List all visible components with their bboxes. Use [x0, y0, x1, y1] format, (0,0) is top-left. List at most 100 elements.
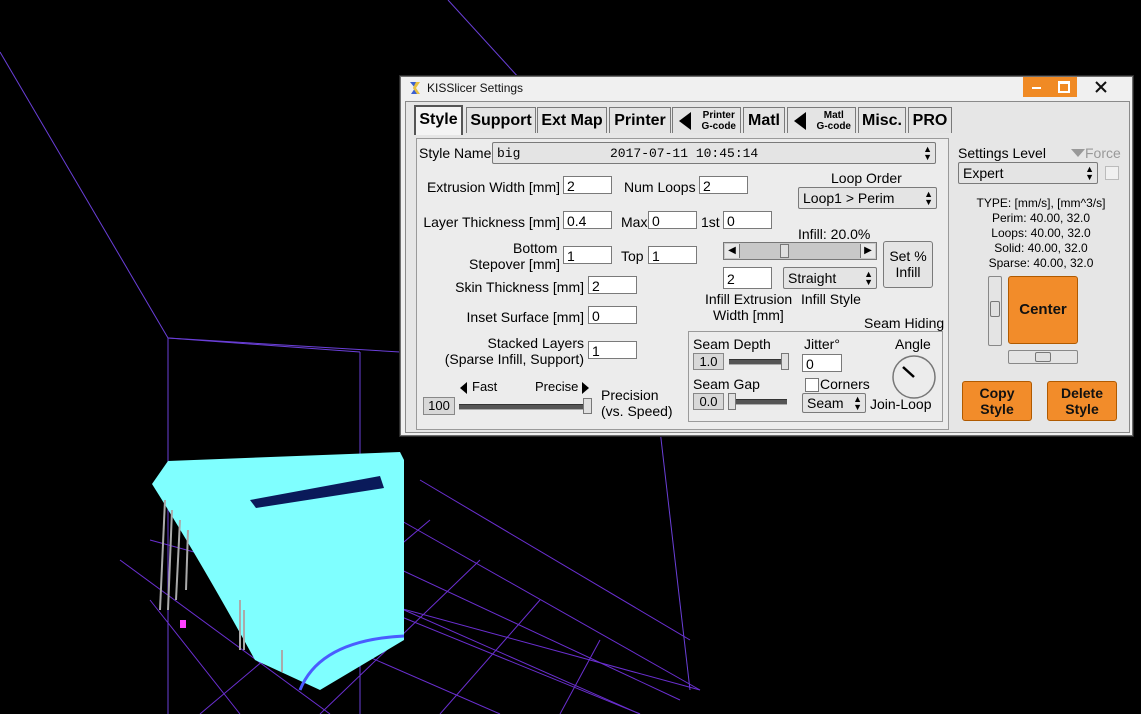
tab-ext-map[interactable]: Ext Map — [537, 107, 607, 133]
extrusion-width-input[interactable]: 2 — [563, 176, 612, 194]
seam-depth-track — [729, 359, 787, 365]
loop-order-select[interactable]: Loop1 > Perim ▲ ▼ — [798, 187, 937, 209]
first-label: 1st — [701, 214, 720, 230]
speed-perim: Perim: 40.00, 32.0 — [991, 211, 1091, 225]
seam-gap-label: Seam Gap — [693, 376, 760, 392]
vertical-nudge-slider[interactable] — [988, 276, 1002, 346]
tab-matl-gcode[interactable]: Matl G-code — [787, 107, 856, 133]
seam-gap-slider[interactable] — [727, 393, 791, 410]
stacked-layers-sublabel: (Sparse Infill, Support) — [444, 351, 584, 367]
settings-body: Style Support Ext Map Printer Printer G-c… — [405, 101, 1130, 433]
style-date-value: 2017-07-11 10:45:14 — [610, 146, 759, 161]
seam-depth-slider[interactable] — [727, 353, 791, 370]
inset-surface-input[interactable]: 0 — [588, 306, 637, 324]
infill-style-select[interactable]: Straight ▲ ▼ — [783, 267, 877, 289]
vertical-nudge-thumb[interactable] — [990, 301, 1000, 317]
precise-arrow-icon — [582, 382, 589, 394]
tab-misc[interactable]: Misc. — [858, 107, 906, 133]
stacked-layers-input[interactable]: 1 — [588, 341, 637, 359]
join-loop-value: Seam — [807, 395, 844, 411]
seam-hiding-title: Seam Hiding — [864, 315, 945, 331]
corners-checkbox[interactable] — [805, 378, 819, 392]
max-label: Max — [621, 214, 648, 230]
stepover-label: Stepover [mm] — [469, 256, 561, 272]
infill-slider[interactable]: ◀ ▶ — [723, 242, 877, 260]
angle-dial[interactable] — [891, 354, 937, 400]
force-checkbox[interactable] — [1105, 166, 1119, 180]
precision-slider[interactable] — [457, 397, 593, 415]
loop-order-value: Loop1 > Perim — [803, 190, 895, 206]
close-button[interactable] — [1077, 77, 1124, 97]
seam-hiding-group: Seam Depth 1.0 Jitter° 0 Angle Seam Gap … — [688, 331, 943, 422]
bottom-input[interactable]: 1 — [563, 246, 612, 264]
jitter-label: Jitter° — [804, 336, 840, 352]
kisslicer-logo-icon — [410, 82, 420, 94]
join-loop-select[interactable]: Seam ▲ ▼ — [802, 393, 866, 413]
speed-sparse: Sparse: 40.00, 32.0 — [988, 256, 1094, 270]
spinner-icon: ▲ ▼ — [1085, 164, 1094, 182]
infill-percent-label: Infill: 20.0% — [798, 226, 871, 242]
precision-label: Precision — [601, 387, 659, 403]
tab-pro[interactable]: PRO — [908, 107, 952, 133]
fast-label: Fast — [472, 379, 498, 394]
force-label: Force — [1085, 145, 1121, 161]
spinner-icon: ▲ ▼ — [853, 394, 862, 412]
tab-matl[interactable]: Matl — [743, 107, 785, 133]
speed-summary: TYPE: [mm/s], [mm^3/s] Perim: 40.00, 32.… — [966, 196, 1116, 271]
tab-style[interactable]: Style — [414, 105, 463, 135]
minimize-button[interactable] — [1023, 77, 1050, 97]
settings-level-select[interactable]: Expert ▲ ▼ — [958, 162, 1098, 184]
top-label: Top — [621, 248, 644, 264]
seam-depth-thumb[interactable] — [781, 353, 789, 370]
delete-style-button[interactable]: Delete Style — [1047, 381, 1117, 421]
layer-thickness-input[interactable]: 0.4 — [563, 211, 612, 229]
skin-thickness-label: Skin Thickness [mm] — [455, 279, 584, 295]
precision-value: 100 — [423, 397, 455, 415]
seam-depth-value: 1.0 — [693, 353, 724, 370]
tab-printer-gcode-label: Printer G-code — [701, 110, 736, 132]
infill-extrusion-width-input[interactable]: 2 — [723, 267, 772, 289]
center-button[interactable]: Center — [1008, 276, 1078, 344]
precision-sublabel: (vs. Speed) — [601, 403, 673, 419]
title-bar[interactable]: KISSlicer Settings — [401, 77, 1132, 99]
tab-printer[interactable]: Printer — [609, 107, 671, 133]
tab-support[interactable]: Support — [466, 107, 536, 133]
inset-surface-label: Inset Surface [mm] — [466, 309, 584, 325]
slider-right-arrow-icon[interactable]: ▶ — [860, 244, 875, 258]
maximize-button[interactable] — [1050, 77, 1077, 97]
seam-gap-thumb[interactable] — [728, 393, 736, 410]
extrusion-width-label: Extrusion Width [mm] — [426, 179, 560, 195]
stacked-layers-label: Stacked Layers — [487, 335, 585, 351]
infill-extrusion-label-1: Infill Extrusion — [705, 291, 793, 307]
settings-level-label: Settings Level — [958, 145, 1046, 161]
horizontal-nudge-slider[interactable] — [1008, 350, 1078, 364]
slider-left-arrow-icon[interactable]: ◀ — [725, 244, 740, 258]
spinner-icon: ▲ ▼ — [923, 144, 932, 162]
max-input[interactable]: 0 — [648, 211, 697, 229]
layer-thickness-label: Layer Thickness [mm] — [423, 214, 560, 230]
settings-level-value: Expert — [963, 165, 1004, 181]
style-name-select[interactable]: big 2017-07-11 10:45:14 ▲ ▼ — [492, 142, 936, 164]
horizontal-nudge-thumb[interactable] — [1035, 352, 1051, 362]
join-loop-label: Join-Loop — [870, 396, 932, 412]
speed-solid: Solid: 40.00, 32.0 — [994, 241, 1088, 255]
spinner-icon: ▲ ▼ — [924, 189, 933, 207]
speed-loops: Loops: 40.00, 32.0 — [991, 226, 1091, 240]
infill-extrusion-label-2: Width [mm] — [713, 307, 784, 323]
settings-window: KISSlicer Settings Style Support Ext Map… — [400, 76, 1133, 436]
skin-thickness-input[interactable]: 2 — [588, 276, 637, 294]
precision-slider-thumb[interactable] — [583, 398, 592, 414]
first-input[interactable]: 0 — [723, 211, 772, 229]
precise-label: Precise — [535, 379, 579, 394]
marker — [180, 620, 186, 628]
force-arrow-icon — [1071, 149, 1085, 157]
infill-slider-thumb[interactable] — [780, 244, 789, 258]
tab-printer-gcode[interactable]: Printer G-code — [672, 107, 741, 133]
top-input[interactable]: 1 — [648, 246, 697, 264]
copy-style-button[interactable]: Copy Style — [962, 381, 1032, 421]
window-title: KISSlicer Settings — [427, 81, 524, 95]
set-infill-button[interactable]: Set % Infill — [883, 241, 933, 288]
num-loops-input[interactable]: 2 — [699, 176, 748, 194]
style-name-value: big — [497, 146, 521, 161]
jitter-input[interactable]: 0 — [802, 354, 842, 372]
